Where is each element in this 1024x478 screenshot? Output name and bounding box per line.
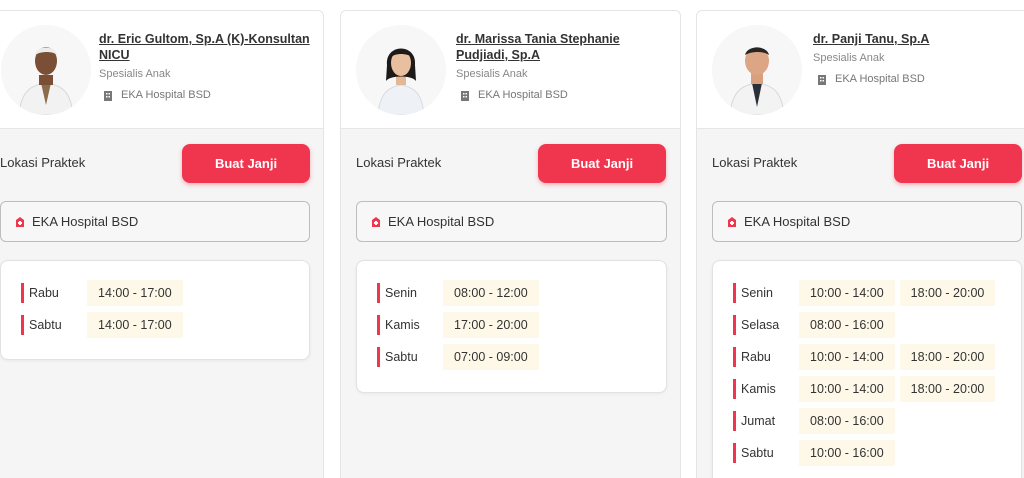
doctor-name-link[interactable]: dr. Marissa Tania Stephanie Pudjiadi, Sp… (456, 31, 668, 63)
schedule-day: Sabtu (377, 347, 443, 367)
hospital-selector-label: EKA Hospital BSD (32, 214, 139, 229)
time-slot: 18:00 - 20:00 (899, 376, 996, 402)
make-appointment-button[interactable]: Buat Janji (182, 144, 310, 183)
doctor-hospital-label: EKA Hospital BSD (478, 89, 568, 101)
schedule-panel: Rabu 14:00 - 17:00 Sabtu 14:00 - 17:00 (0, 260, 310, 360)
schedule-day: Sabtu (733, 443, 799, 463)
hospital-pin-icon (16, 217, 24, 227)
make-appointment-button[interactable]: Buat Janji (894, 144, 1022, 183)
schedule-row: Rabu 14:00 - 17:00 (21, 277, 309, 309)
schedule-day: Kamis (377, 315, 443, 335)
time-slot: 10:00 - 16:00 (799, 440, 895, 466)
time-slot: 17:00 - 20:00 (443, 312, 539, 338)
doctor-card: dr. Marissa Tania Stephanie Pudjiadi, Sp… (340, 10, 681, 478)
building-icon (104, 90, 112, 101)
make-appointment-button[interactable]: Buat Janji (538, 144, 666, 183)
doctor-hospital: EKA Hospital BSD (456, 88, 668, 102)
hospital-pin-icon (728, 217, 736, 227)
time-slot: 14:00 - 17:00 (87, 312, 183, 338)
schedule-day: Sabtu (21, 315, 87, 335)
schedule-row: Kamis 17:00 - 20:00 (377, 309, 666, 341)
time-slot: 14:00 - 17:00 (87, 280, 183, 306)
time-slot: 08:00 - 12:00 (443, 280, 539, 306)
time-slot: 18:00 - 20:00 (899, 344, 996, 370)
building-icon (818, 74, 826, 85)
doctor-hospital: EKA Hospital BSD (813, 72, 1024, 86)
doctor-card: dr. Eric Gultom, Sp.A (K)-Konsultan NICU… (0, 10, 324, 478)
time-slot: 18:00 - 20:00 (899, 280, 996, 306)
doctor-card-header: dr. Eric Gultom, Sp.A (K)-Konsultan NICU… (0, 11, 323, 129)
location-label: Lokasi Praktek (356, 155, 442, 170)
hospital-selector-label: EKA Hospital BSD (388, 214, 495, 229)
doctor-info: dr. Marissa Tania Stephanie Pudjiadi, Sp… (456, 31, 668, 102)
schedule-panel: Senin 10:00 - 14:00 18:00 - 20:00 Selasa… (712, 260, 1022, 478)
schedule-row: Sabtu 07:00 - 09:00 (377, 341, 666, 373)
time-slot: 08:00 - 16:00 (799, 312, 895, 338)
doctor-avatar (356, 25, 446, 115)
schedule-day: Selasa (733, 315, 799, 335)
time-slot: 07:00 - 09:00 (443, 344, 539, 370)
schedule-day: Senin (733, 283, 799, 303)
schedule-day: Senin (377, 283, 443, 303)
doctor-info: dr. Eric Gultom, Sp.A (K)-Konsultan NICU… (99, 31, 311, 102)
schedule-row: Jumat 08:00 - 16:00 (733, 405, 1021, 437)
hospital-selector[interactable]: EKA Hospital BSD (356, 201, 667, 242)
doctor-specialty: Spesialis Anak (456, 68, 528, 80)
hospital-selector-label: EKA Hospital BSD (744, 214, 851, 229)
location-label: Lokasi Praktek (0, 155, 86, 170)
doctor-hospital-label: EKA Hospital BSD (121, 89, 211, 101)
time-slot: 10:00 - 14:00 (799, 376, 895, 402)
schedule-row: Senin 10:00 - 14:00 18:00 - 20:00 (733, 277, 1021, 309)
schedule-row: Senin 08:00 - 12:00 (377, 277, 666, 309)
time-slot: 10:00 - 14:00 (799, 280, 895, 306)
doctor-specialty: Spesialis Anak (99, 68, 171, 80)
hospital-selector[interactable]: EKA Hospital BSD (712, 201, 1022, 242)
doctor-avatar (1, 25, 91, 115)
doctor-specialty: Spesialis Anak (813, 52, 885, 64)
doctor-name-link[interactable]: dr. Eric Gultom, Sp.A (K)-Konsultan NICU (99, 31, 311, 63)
doctor-info: dr. Panji Tanu, Sp.A Spesialis Anak EKA … (813, 31, 1024, 86)
building-icon (461, 90, 469, 101)
doctor-hospital-label: EKA Hospital BSD (835, 73, 925, 85)
time-slot: 08:00 - 16:00 (799, 408, 895, 434)
time-slot: 10:00 - 14:00 (799, 344, 895, 370)
doctor-card-header: dr. Panji Tanu, Sp.A Spesialis Anak EKA … (697, 11, 1024, 129)
schedule-row: Rabu 10:00 - 14:00 18:00 - 20:00 (733, 341, 1021, 373)
schedule-panel: Senin 08:00 - 12:00 Kamis 17:00 - 20:00 … (356, 260, 667, 393)
doctor-card: dr. Panji Tanu, Sp.A Spesialis Anak EKA … (696, 10, 1024, 478)
schedule-row: Kamis 10:00 - 14:00 18:00 - 20:00 (733, 373, 1021, 405)
schedule-row: Sabtu 10:00 - 16:00 (733, 437, 1021, 469)
schedule-day: Rabu (733, 347, 799, 367)
doctor-avatar (712, 25, 802, 115)
schedule-day: Jumat (733, 411, 799, 431)
location-label: Lokasi Praktek (712, 155, 798, 170)
doctor-name-link[interactable]: dr. Panji Tanu, Sp.A (813, 31, 1024, 47)
doctor-card-header: dr. Marissa Tania Stephanie Pudjiadi, Sp… (341, 11, 680, 129)
doctor-hospital: EKA Hospital BSD (99, 88, 311, 102)
schedule-day: Rabu (21, 283, 87, 303)
schedule-day: Kamis (733, 379, 799, 399)
hospital-selector[interactable]: EKA Hospital BSD (0, 201, 310, 242)
schedule-row: Selasa 08:00 - 16:00 (733, 309, 1021, 341)
schedule-row: Sabtu 14:00 - 17:00 (21, 309, 309, 341)
hospital-pin-icon (372, 217, 380, 227)
